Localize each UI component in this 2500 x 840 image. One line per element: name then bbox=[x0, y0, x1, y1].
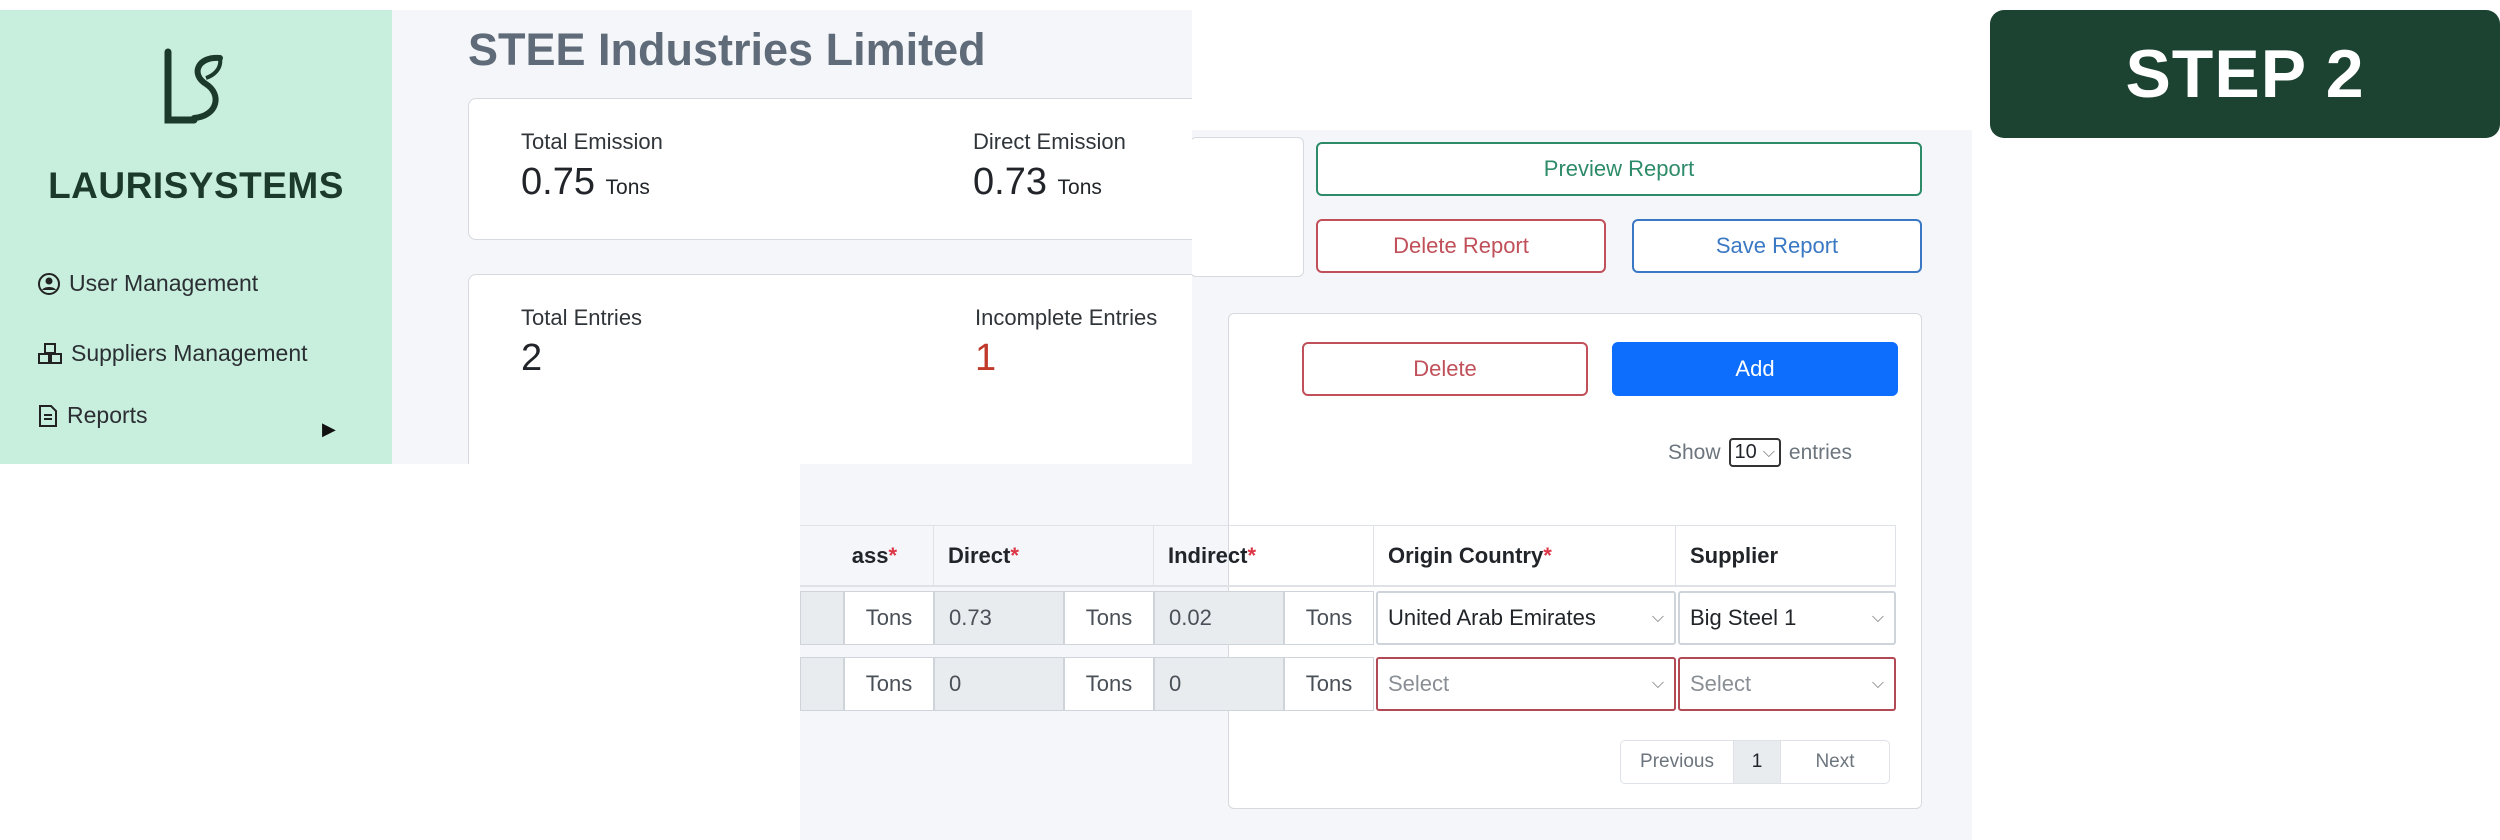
direct-input[interactable]: 0 bbox=[934, 657, 1064, 711]
user-circle-icon bbox=[38, 272, 60, 295]
add-entry-button[interactable]: Add bbox=[1612, 342, 1898, 396]
chevron-down-icon: ⌵ bbox=[1651, 609, 1664, 626]
direct-emission-value: 0.73 Tons bbox=[973, 161, 1102, 203]
indirect-input[interactable]: 0.02 bbox=[1154, 591, 1284, 645]
page-size-select[interactable]: 10 ⌵ bbox=[1728, 438, 1781, 467]
mass-unit: Tons bbox=[844, 657, 934, 711]
sidebar-item-reports[interactable]: Reports bbox=[37, 402, 148, 429]
sidebar-item-label: Reports bbox=[67, 402, 148, 428]
incomplete-entries-value: 1 bbox=[975, 337, 997, 379]
report-info-card bbox=[1190, 137, 1304, 277]
supplier-select[interactable]: Big Steel 1 ⌵ bbox=[1678, 591, 1896, 645]
origin-country-value: United Arab Emirates bbox=[1388, 605, 1596, 630]
column-header-indirect: Indirect * bbox=[1154, 525, 1374, 587]
supplier-select[interactable]: Select ⌵ bbox=[1678, 657, 1896, 711]
step-badge: STEP 2 bbox=[1990, 10, 2500, 138]
save-report-button[interactable]: Save Report bbox=[1632, 219, 1922, 273]
total-emission-value: 0.75 Tons bbox=[521, 161, 650, 203]
total-entries-value: 2 bbox=[521, 337, 543, 379]
laurisystems-logo bbox=[160, 48, 232, 133]
page-size-control: Show 10 ⌵ entries bbox=[1668, 438, 1852, 467]
total-emission-label: Total Emission bbox=[521, 129, 663, 154]
column-header-mass: ass * bbox=[800, 525, 934, 587]
page-1-button[interactable]: 1 bbox=[1733, 741, 1781, 783]
total-entries-label: Total Entries bbox=[521, 305, 643, 330]
table-row: Tons 0 Tons 0 Tons Select ⌵ Select ⌵ bbox=[800, 657, 1896, 711]
incomplete-entries-label: Incomplete Entries bbox=[975, 305, 1158, 330]
sidebar-item-user-management[interactable]: User Management bbox=[37, 270, 258, 297]
sidebar-item-label: User Management bbox=[69, 270, 259, 296]
dashboard-main: STEE Industries Limited Total Emission 0… bbox=[392, 10, 1192, 464]
origin-country-select[interactable]: Select ⌵ bbox=[1376, 657, 1676, 711]
indirect-input[interactable]: 0 bbox=[1154, 657, 1284, 711]
delete-entry-button[interactable]: Delete bbox=[1302, 342, 1588, 396]
column-header-supplier: Supplier bbox=[1676, 525, 1896, 587]
brand-name: LAURISYSTEMS bbox=[48, 165, 344, 206]
direct-emission-label: Direct Emission bbox=[973, 129, 1126, 154]
page-size-value: 10 bbox=[1734, 441, 1757, 463]
delete-report-button[interactable]: Delete Report bbox=[1316, 219, 1606, 273]
caret-right-icon[interactable]: ▶ bbox=[322, 419, 336, 440]
direct-unit: Tons bbox=[1064, 591, 1154, 645]
entries-summary-card: Total Entries 2 Incomplete Entries 1 bbox=[468, 274, 1192, 464]
chevron-down-icon: ⌵ bbox=[1762, 443, 1775, 461]
column-header-origin-country: Origin Country * bbox=[1374, 525, 1676, 587]
boxes-icon bbox=[38, 342, 62, 364]
sidebar-item-suppliers-management[interactable]: Suppliers Management bbox=[37, 340, 308, 367]
previous-page-button[interactable]: Previous bbox=[1621, 741, 1733, 783]
mass-input[interactable] bbox=[800, 657, 844, 711]
indirect-unit: Tons bbox=[1284, 657, 1374, 711]
show-label: Show bbox=[1668, 440, 1721, 464]
next-page-button[interactable]: Next bbox=[1781, 741, 1889, 783]
chevron-down-icon: ⌵ bbox=[1871, 675, 1884, 692]
sidebar-item-label: Suppliers Management bbox=[71, 340, 308, 366]
column-header-direct: Direct * bbox=[934, 525, 1154, 587]
page-title: STEE Industries Limited bbox=[468, 24, 986, 75]
origin-country-placeholder: Select bbox=[1388, 671, 1450, 696]
emission-card: Total Emission 0.75 Tons Direct Emission… bbox=[468, 98, 1192, 240]
table-row: Tons 0.73 Tons 0.02 Tons United Arab Emi… bbox=[800, 591, 1896, 645]
supplier-value: Big Steel 1 bbox=[1690, 605, 1797, 630]
pagination: Previous 1 Next bbox=[1620, 740, 1890, 784]
chevron-down-icon: ⌵ bbox=[1871, 609, 1884, 626]
indirect-unit: Tons bbox=[1284, 591, 1374, 645]
direct-input[interactable]: 0.73 bbox=[934, 591, 1064, 645]
mass-input[interactable] bbox=[800, 591, 844, 645]
sidebar: LAURISYSTEMS User Management Suppliers M… bbox=[0, 10, 392, 464]
supplier-placeholder: Select bbox=[1690, 671, 1752, 696]
direct-unit: Tons bbox=[1064, 657, 1154, 711]
document-icon bbox=[39, 404, 57, 427]
preview-report-button[interactable]: Preview Report bbox=[1316, 142, 1922, 196]
table-header: ass * Direct * Indirect * Origin Country * S… bbox=[800, 525, 1896, 587]
chevron-down-icon: ⌵ bbox=[1651, 675, 1664, 692]
origin-country-select[interactable]: United Arab Emirates ⌵ bbox=[1376, 591, 1676, 645]
mass-unit: Tons bbox=[844, 591, 934, 645]
entries-label: entries bbox=[1788, 440, 1852, 464]
